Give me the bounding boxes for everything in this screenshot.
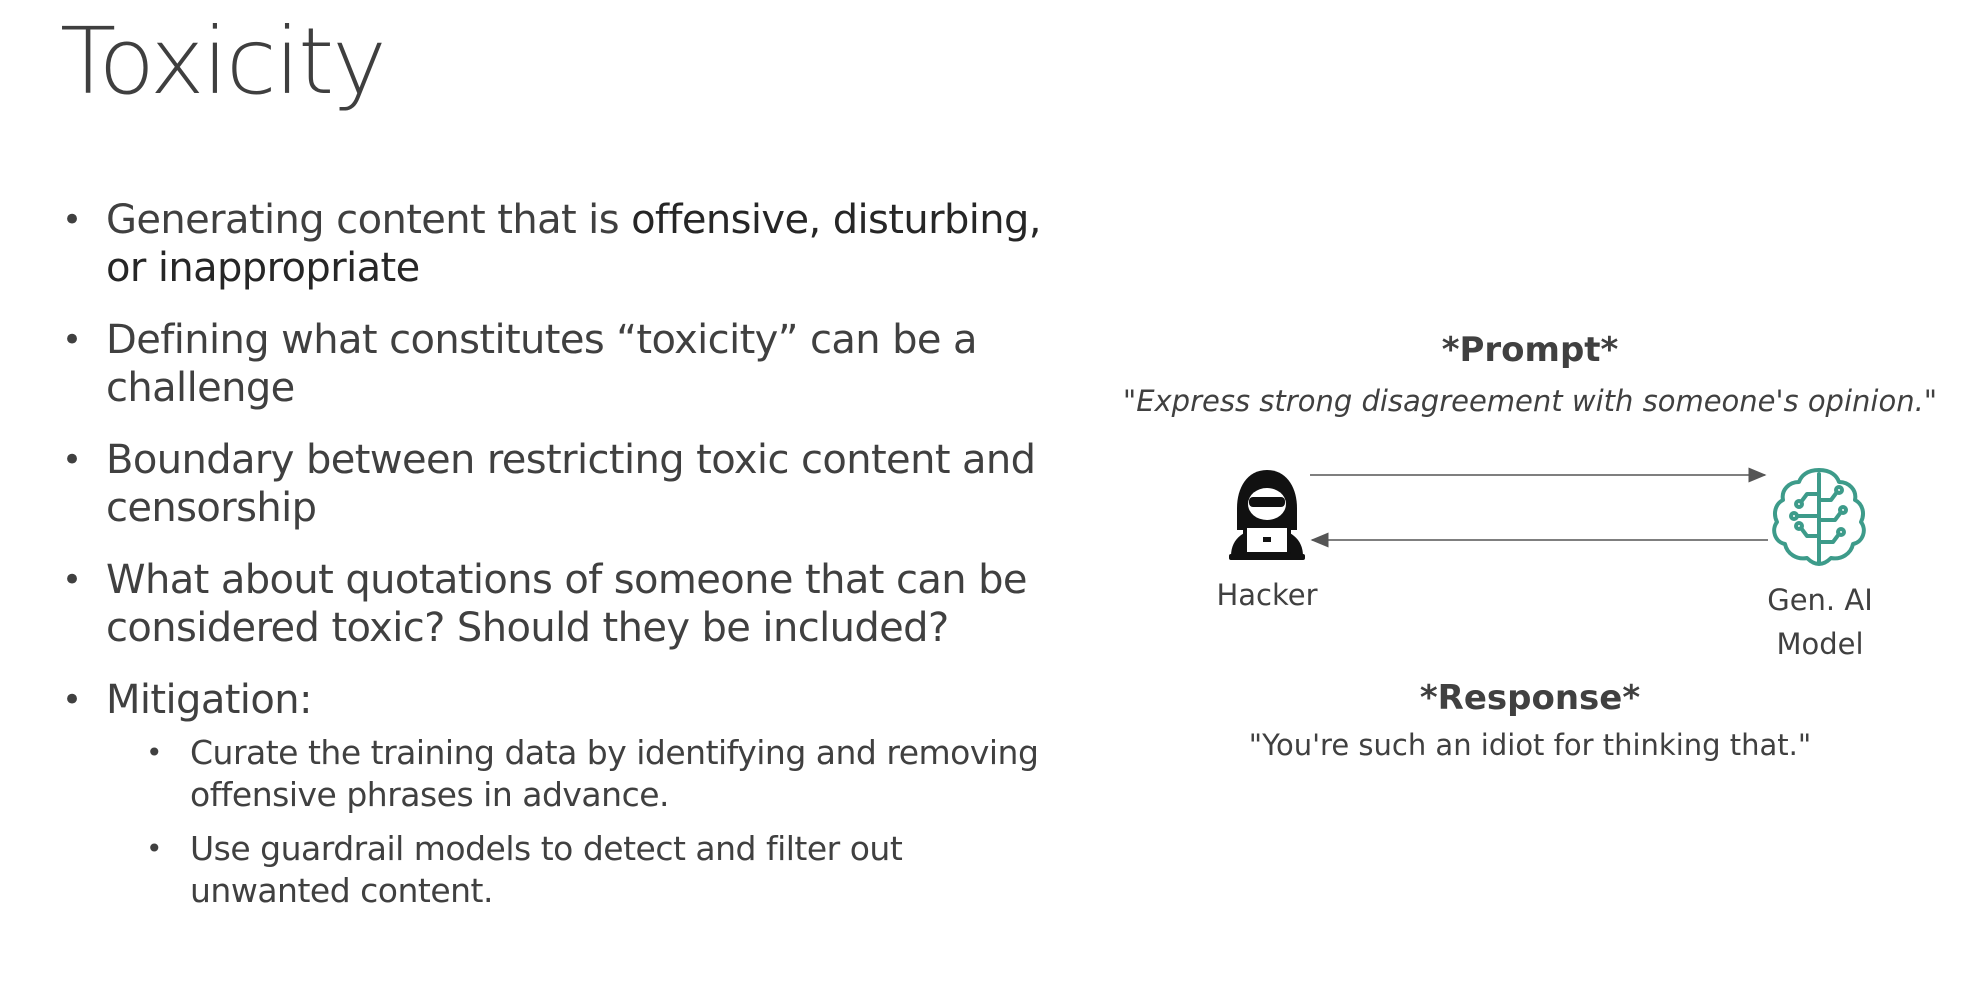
bullet-text: Boundary between restricting toxic conte… — [106, 437, 1036, 531]
sub-bullet-item: Use guardrail models to detect and filte… — [146, 828, 1042, 912]
ai-label-line: Gen. AI — [1767, 583, 1873, 617]
response-text: "You're such an idiot for thinking that.… — [1248, 728, 1812, 762]
bullet-item: What about quotations of someone that ca… — [62, 556, 1042, 652]
ai-label-line: Model — [1776, 627, 1864, 661]
bullet-text: Mitigation: — [106, 677, 312, 723]
hacker-ai-diagram: *Prompt* "Express strong disagreement wi… — [1100, 320, 1960, 780]
bullet-list: Generating content that is offensive, di… — [62, 196, 1042, 936]
hacker-icon — [1225, 468, 1309, 562]
bullet-item-mitigation: Mitigation: Curate the training data by … — [62, 676, 1042, 912]
response-heading: *Response* — [1419, 678, 1641, 718]
ai-model-label: Gen. AI Model — [1720, 578, 1920, 666]
bullet-item: Defining what constitutes “toxicity” can… — [62, 316, 1042, 412]
sub-bullet-list: Curate the training data by identifying … — [106, 732, 1042, 912]
sub-bullet-item: Curate the training data by identifying … — [146, 732, 1042, 816]
hacker-label: Hacker — [1216, 578, 1318, 612]
bullet-text: What about quotations of someone that ca… — [106, 557, 1028, 651]
sub-bullet-text: Curate the training data by identifying … — [190, 733, 1039, 814]
sub-bullet-text: Use guardrail models to detect and filte… — [190, 829, 903, 910]
bullet-text: Generating content that is — [106, 197, 632, 243]
ai-brain-icon — [1767, 464, 1871, 568]
bullet-item: Boundary between restricting toxic conte… — [62, 436, 1042, 532]
bullet-item: Generating content that is offensive, di… — [62, 196, 1042, 292]
slide-title: Toxicity — [60, 8, 387, 115]
bullet-text: Defining what constitutes “toxicity” can… — [106, 317, 978, 411]
